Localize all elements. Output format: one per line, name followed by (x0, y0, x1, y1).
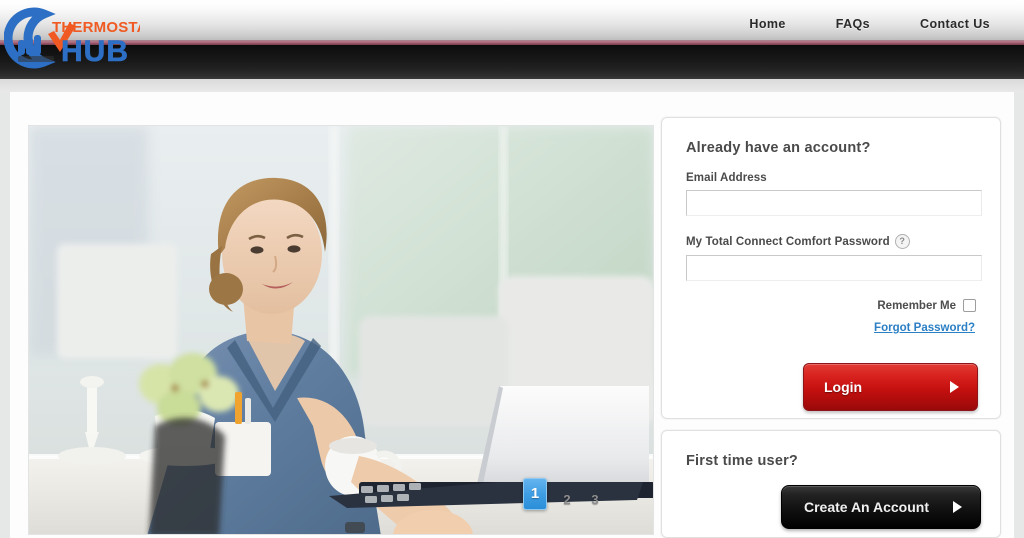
header-underbar (0, 79, 1024, 92)
email-input[interactable] (686, 190, 982, 216)
forgot-password-row: Forgot Password? (686, 318, 976, 336)
logo-text-bottom: HUB (61, 35, 129, 68)
nav-item-home[interactable]: Home (749, 17, 785, 31)
password-input[interactable] (686, 255, 982, 281)
carousel-indicators: 1 2 3 (523, 478, 603, 510)
carousel-dot-2[interactable]: 2 (559, 490, 575, 510)
login-panel: Already have an account? Email Address M… (661, 117, 1001, 419)
site-header (0, 0, 1024, 92)
signup-panel: First time user? Create An Account (661, 430, 1001, 538)
login-button[interactable]: Login (803, 363, 978, 411)
login-panel-title: Already have an account? (686, 140, 871, 156)
carousel-dot-3[interactable]: 3 (587, 490, 603, 510)
remember-me-checkbox[interactable] (963, 299, 976, 312)
nav-item-faqs[interactable]: FAQs (836, 17, 870, 31)
question-mark-icon[interactable]: ? (894, 234, 910, 249)
nav-item-contact-us[interactable]: Contact Us (920, 17, 990, 31)
carousel-dot-1[interactable]: 1 (523, 478, 547, 510)
arrow-right-icon (950, 381, 959, 393)
signup-panel-title: First time user? (686, 453, 798, 469)
logo-graphic: THERMOSTATING HUB (4, 7, 140, 69)
password-label-text: My Total Connect Comfort Password (686, 235, 890, 248)
arrow-right-icon (953, 501, 962, 513)
page-root: THERMOSTATING HUB Home FAQs Contact Us (0, 0, 1024, 538)
page-body: 1 2 3 Already have an account? Email Add… (10, 92, 1014, 538)
password-label: My Total Connect Comfort Password ? (686, 234, 976, 249)
email-label: Email Address (686, 172, 976, 184)
email-label-text: Email Address (686, 172, 767, 184)
remember-me-row: Remember Me (686, 299, 976, 312)
forgot-password-link[interactable]: Forgot Password? (874, 322, 975, 334)
site-logo[interactable]: THERMOSTATING HUB (4, 4, 140, 70)
create-account-button-label: Create An Account (804, 499, 929, 515)
remember-me-label: Remember Me (877, 299, 956, 312)
login-button-label: Login (824, 379, 863, 395)
primary-nav: Home FAQs Contact Us (749, 17, 990, 31)
logo-text-top: THERMOSTATING (52, 19, 140, 36)
hero-carousel[interactable]: 1 2 3 (28, 125, 654, 535)
hero-photo (29, 126, 653, 534)
header-black-bar (0, 45, 1024, 79)
create-account-button[interactable]: Create An Account (781, 485, 981, 529)
